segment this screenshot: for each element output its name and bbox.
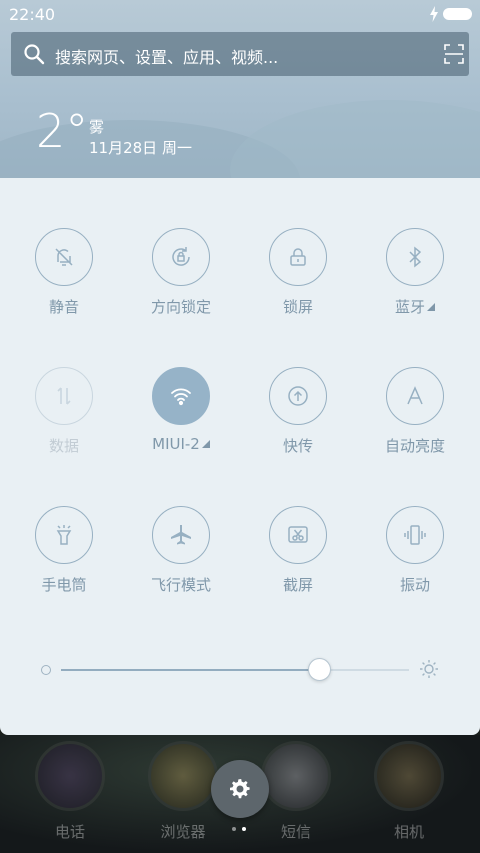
menu-indicator-icon [427, 303, 435, 311]
flashlight-icon [56, 525, 72, 545]
toggle-label: 蓝牙 [357, 296, 473, 317]
wallpaper-header: 22:40 搜索网页、设置、应用、视频... 2° 雾 11月28日 周一 [0, 0, 480, 180]
charging-bolt-icon [430, 6, 438, 22]
airplane-icon [171, 525, 191, 545]
menu-indicator-icon [201, 440, 210, 448]
vibrate-icon [404, 525, 426, 545]
brightness-slider[interactable] [61, 669, 409, 671]
toggle-label: 振动 [399, 576, 430, 594]
toggle-label: 数据 [48, 437, 79, 455]
status-time: 22:40 [9, 5, 56, 24]
browser-app-icon [148, 741, 218, 811]
gear-icon [230, 779, 250, 799]
toggle-label-text: MIUI-2 [152, 435, 200, 453]
toggle-circle[interactable] [269, 367, 327, 425]
toggle-mobile-data[interactable]: 数据 [6, 367, 122, 467]
toggle-label: 锁屏 [282, 298, 313, 316]
wallpaper-hill [230, 100, 480, 180]
search-icon [24, 44, 45, 65]
toggle-label-text: 蓝牙 [394, 298, 425, 316]
dock-app-label: 相机 [393, 823, 424, 841]
toggle-label: 静音 [48, 298, 79, 316]
toggle-vibrate[interactable]: 振动 [357, 506, 473, 606]
weather-date: 11月28日 周一 [89, 139, 192, 157]
toggle-quick-transfer[interactable]: 快传 [240, 367, 356, 467]
dock-app-label: 短信 [280, 823, 311, 841]
page-dot [232, 827, 236, 831]
weather-temperature[interactable]: 2° [36, 104, 88, 158]
toggle-label: 飞行模式 [150, 576, 211, 594]
rotation-lock-icon [172, 247, 190, 266]
quick-transfer-icon [288, 386, 308, 406]
page-indicator [232, 827, 252, 833]
toggle-label: 手电筒 [41, 576, 87, 594]
phone-app-icon [35, 741, 105, 811]
mobile-data-icon [57, 387, 71, 405]
bell-off-icon [55, 248, 73, 266]
toggle-circle[interactable] [35, 506, 93, 564]
toggle-airplane-mode[interactable]: 飞行模式 [123, 506, 239, 606]
brightness-high-icon [420, 660, 438, 678]
settings-button[interactable] [211, 760, 269, 818]
toggle-circle[interactable] [35, 367, 93, 425]
wifi-icon [171, 388, 191, 406]
toggle-label: 自动亮度 [384, 437, 445, 455]
toggle-lock-screen[interactable]: 锁屏 [240, 228, 356, 328]
dock-app-label: 电话 [54, 823, 85, 841]
dock-app-camera[interactable]: 相机 [373, 741, 445, 842]
screenshot-icon [288, 526, 308, 543]
search-bar[interactable]: 搜索网页、设置、应用、视频... [11, 32, 469, 76]
toggle-label: 快传 [282, 437, 313, 455]
toggle-circle[interactable] [269, 506, 327, 564]
toggle-mute[interactable]: 静音 [6, 228, 122, 328]
weather-condition: 雾 [89, 118, 105, 136]
toggle-label: MIUI-2 [123, 435, 239, 453]
lock-icon [290, 248, 306, 266]
status-bar: 22:40 [0, 0, 480, 28]
dock-app-phone[interactable]: 电话 [34, 741, 106, 842]
toggle-circle[interactable] [152, 506, 210, 564]
dock-app-browser[interactable]: 浏览器 [147, 741, 219, 842]
toggle-label: 方向锁定 [150, 298, 211, 316]
scan-icon[interactable] [444, 44, 464, 64]
search-placeholder: 搜索网页、设置、应用、视频... [55, 48, 279, 67]
toggle-label: 截屏 [282, 576, 313, 594]
brightness-slider-fill [61, 669, 319, 671]
quick-settings-panel: 静音 方向锁定 锁屏 蓝牙 数据 MIUI-2 快传 自动亮度 手电筒 飞行模式… [0, 178, 480, 735]
dock-app-label: 浏览器 [160, 823, 206, 841]
toggle-flashlight[interactable]: 手电筒 [6, 506, 122, 606]
toggle-circle[interactable] [386, 367, 444, 425]
toggle-circle[interactable] [386, 228, 444, 286]
toggle-wifi[interactable]: MIUI-2 [123, 367, 239, 467]
page-dot-active [242, 827, 246, 831]
brightness-slider-thumb[interactable] [307, 658, 331, 681]
toggle-circle[interactable] [35, 228, 93, 286]
camera-app-icon [374, 741, 444, 811]
toggle-circle[interactable] [386, 506, 444, 564]
auto-brightness-icon [407, 386, 423, 405]
battery-icon [443, 8, 472, 20]
toggle-circle[interactable] [269, 228, 327, 286]
toggle-circle[interactable] [152, 367, 210, 425]
toggle-rotation-lock[interactable]: 方向锁定 [123, 228, 239, 328]
bluetooth-icon [409, 246, 422, 268]
toggle-bluetooth[interactable]: 蓝牙 [357, 228, 473, 328]
toggle-screenshot[interactable]: 截屏 [240, 506, 356, 606]
brightness-low-icon [41, 665, 51, 675]
messages-app-icon [261, 741, 331, 811]
dock-app-messages[interactable]: 短信 [260, 741, 332, 842]
toggle-circle[interactable] [152, 228, 210, 286]
toggle-auto-brightness[interactable]: 自动亮度 [357, 367, 473, 467]
